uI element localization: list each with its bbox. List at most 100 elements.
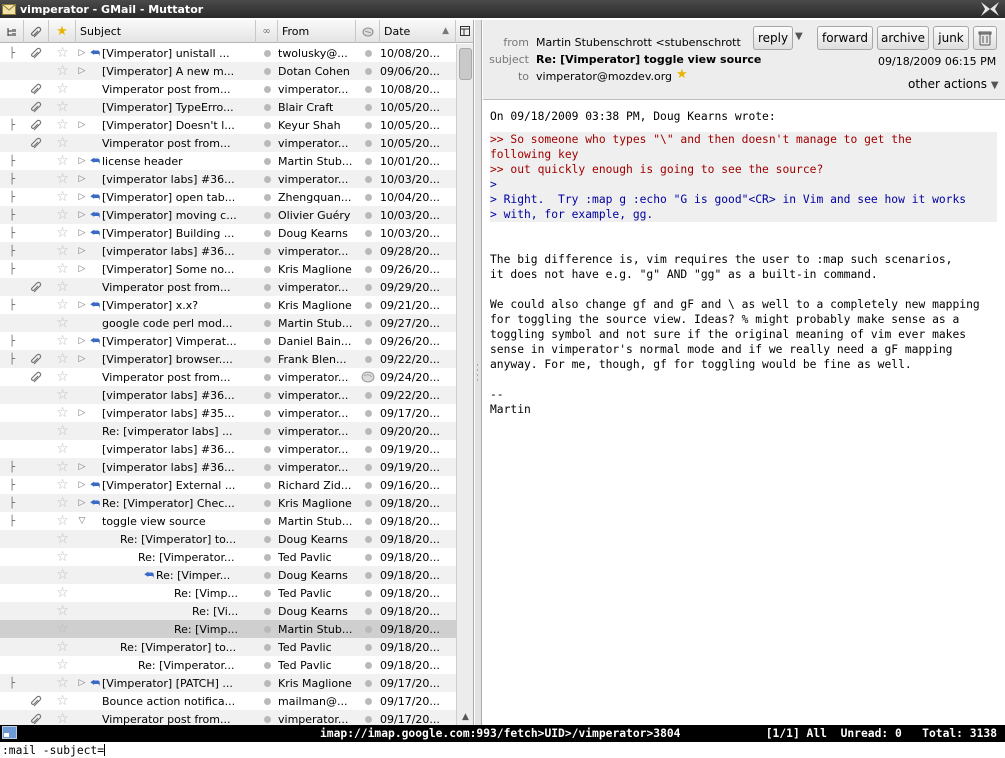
- star-icon[interactable]: ☆: [49, 278, 76, 296]
- read-status-icon[interactable]: [256, 152, 278, 170]
- twisty-icon[interactable]: ▷: [76, 462, 88, 472]
- thread-row[interactable]: ☆ ▷ [vimperator labs] #35... vimperator... 0…: [0, 404, 456, 422]
- thread-row[interactable]: ├ ☆ ▷ ⮪ [Vimperator] x.x? Kris Maglione 09/21/…: [0, 296, 456, 314]
- thread-row[interactable]: ☆ [vimperator labs] #36... vimperator... 09…: [0, 386, 456, 404]
- twisty-icon[interactable]: ▷: [76, 246, 88, 256]
- read-status-icon[interactable]: [256, 296, 278, 314]
- thread-row[interactable]: ├ ☆ ▷ [Vimperator] Some no... Kris Maglione 0…: [0, 260, 456, 278]
- thread-indicator-icon[interactable]: ├: [0, 332, 24, 350]
- star-icon[interactable]: ☆: [49, 584, 76, 602]
- thread-row[interactable]: ├ ☆ ▷ ⮪ [Vimperator] Building ... Doug Kearns…: [0, 224, 456, 242]
- junk-status-icon[interactable]: [356, 674, 380, 692]
- read-status-icon[interactable]: [256, 530, 278, 548]
- read-status-icon[interactable]: [256, 656, 278, 674]
- thread-indicator-icon[interactable]: [0, 566, 24, 584]
- thread-indicator-icon[interactable]: [0, 584, 24, 602]
- star-icon[interactable]: ☆: [49, 170, 76, 188]
- star-icon[interactable]: ☆: [49, 350, 76, 368]
- to-value[interactable]: vimperator@mozdev.org: [536, 70, 672, 83]
- twisty-icon[interactable]: ▽: [76, 516, 88, 526]
- star-icon[interactable]: ☆: [49, 710, 76, 725]
- read-status-icon[interactable]: [256, 458, 278, 476]
- thread-row[interactable]: ├ ☆ ▷ ⮪ [Vimperator] Vimperat... Daniel Bain.…: [0, 332, 456, 350]
- star-icon[interactable]: ☆: [49, 566, 76, 584]
- thread-indicator-icon[interactable]: [0, 548, 24, 566]
- thread-indicator-icon[interactable]: [0, 440, 24, 458]
- thread-indicator-icon[interactable]: ├: [0, 44, 24, 62]
- thread-indicator-icon[interactable]: [0, 80, 24, 98]
- junk-status-icon[interactable]: [356, 494, 380, 512]
- thread-indicator-icon[interactable]: [0, 530, 24, 548]
- star-column-icon[interactable]: ★: [49, 20, 76, 43]
- thread-indicator-icon[interactable]: ├: [0, 350, 24, 368]
- thread-row[interactable]: ☆ Vimperator post from... vimperator... 09/…: [0, 278, 456, 296]
- junk-status-icon[interactable]: [356, 404, 380, 422]
- star-icon[interactable]: ☆: [49, 602, 76, 620]
- thread-row[interactable]: ├ ☆ ▷ ⮪ [Vimperator] [PATCH] ... Kris Maglion…: [0, 674, 456, 692]
- scroll-up-icon[interactable]: ▲: [457, 709, 473, 725]
- reply-dropdown-icon[interactable]: ▼: [795, 31, 803, 42]
- attachment-column-icon[interactable]: [24, 20, 49, 43]
- star-icon[interactable]: ☆: [49, 692, 76, 710]
- thread-row[interactable]: ├ ☆ ▷ ⮪ [Vimperator] moving c... Olivier Guér…: [0, 206, 456, 224]
- thread-indicator-icon[interactable]: ├: [0, 458, 24, 476]
- thread-row[interactable]: ☆ Re: [Vimperator] to... Doug Kearns 09/18/…: [0, 530, 456, 548]
- star-icon[interactable]: ☆: [49, 674, 76, 692]
- twisty-icon[interactable]: ▷: [76, 300, 88, 310]
- star-icon[interactable]: ☆: [49, 224, 76, 242]
- star-icon[interactable]: ☆: [49, 422, 76, 440]
- junk-status-icon[interactable]: [356, 368, 380, 386]
- thread-indicator-icon[interactable]: ├: [0, 188, 24, 206]
- thread-row[interactable]: ├ ☆ ▷ [vimperator labs] #36... vimperator...…: [0, 242, 456, 260]
- twisty-icon[interactable]: ▷: [76, 354, 88, 364]
- thread-row[interactable]: ☆ Vimperator post from... vimperator... 10/…: [0, 80, 456, 98]
- read-status-icon[interactable]: [256, 548, 278, 566]
- twisty-icon[interactable]: ▷: [76, 678, 88, 688]
- thread-row[interactable]: ☆ Vimperator post from... vimperator... 09/…: [0, 710, 456, 725]
- thread-indicator-icon[interactable]: [0, 62, 24, 80]
- thread-indicator-icon[interactable]: [0, 314, 24, 332]
- read-status-icon[interactable]: [256, 710, 278, 725]
- date-column-header[interactable]: Date ▲: [380, 20, 456, 43]
- thread-row[interactable]: ☆ Re: [Vimp... Ted Pavlic 09/18/20...: [0, 584, 456, 602]
- message-body[interactable]: On 09/18/2009 03:38 PM, Doug Kearns wrot…: [483, 101, 1005, 725]
- twisty-icon[interactable]: ▷: [76, 408, 88, 418]
- thread-scrollbar[interactable]: ▲ ▼: [456, 44, 473, 725]
- command-line-input[interactable]: :mail -subject=: [2, 744, 104, 757]
- thread-indicator-icon[interactable]: ├: [0, 476, 24, 494]
- twisty-icon[interactable]: ▷: [76, 480, 88, 490]
- thread-indicator-icon[interactable]: [0, 710, 24, 725]
- thread-row[interactable]: ├ ☆ ▷ [vimperator labs] #36... vimperator...…: [0, 458, 456, 476]
- read-status-icon[interactable]: [256, 116, 278, 134]
- junk-status-icon[interactable]: [356, 440, 380, 458]
- read-status-icon[interactable]: [256, 62, 278, 80]
- read-status-icon[interactable]: [256, 602, 278, 620]
- junk-status-icon[interactable]: [356, 476, 380, 494]
- star-icon[interactable]: ☆: [49, 494, 76, 512]
- thread-indicator-icon[interactable]: [0, 98, 24, 116]
- star-icon[interactable]: ☆: [49, 548, 76, 566]
- thread-row[interactable]: ☆ Vimperator post from... vimperator... 09/…: [0, 368, 456, 386]
- junk-status-icon[interactable]: [356, 170, 380, 188]
- junk-status-icon[interactable]: [356, 224, 380, 242]
- thread-row[interactable]: ☆ [Vimperator] TypeErro... Blair Craft 10/0…: [0, 98, 456, 116]
- twisty-icon[interactable]: ▷: [76, 228, 88, 238]
- star-icon[interactable]: ☆: [49, 512, 76, 530]
- thread-indicator-icon[interactable]: [0, 422, 24, 440]
- junk-status-icon[interactable]: [356, 152, 380, 170]
- twisty-icon[interactable]: ▷: [76, 264, 88, 274]
- junk-status-icon[interactable]: [356, 62, 380, 80]
- star-icon[interactable]: ☆: [49, 368, 76, 386]
- read-status-icon[interactable]: [256, 422, 278, 440]
- thread-row[interactable]: ├ ☆ ▷ ⮪ Re: [Vimperator] Chec... Kris Maglion…: [0, 494, 456, 512]
- read-status-icon[interactable]: [256, 566, 278, 584]
- thread-indicator-icon[interactable]: [0, 278, 24, 296]
- thread-indicator-icon[interactable]: ├: [0, 494, 24, 512]
- thread-row[interactable]: ├ ☆ ▷ ⮪ [Vimperator] unistall ... twolusky@..…: [0, 44, 456, 62]
- read-status-icon[interactable]: [256, 494, 278, 512]
- thread-indicator-icon[interactable]: [0, 692, 24, 710]
- read-status-icon[interactable]: [256, 620, 278, 638]
- junk-button[interactable]: junk: [933, 26, 969, 50]
- star-icon[interactable]: ☆: [49, 386, 76, 404]
- other-actions-menu[interactable]: other actions ▼: [908, 77, 999, 91]
